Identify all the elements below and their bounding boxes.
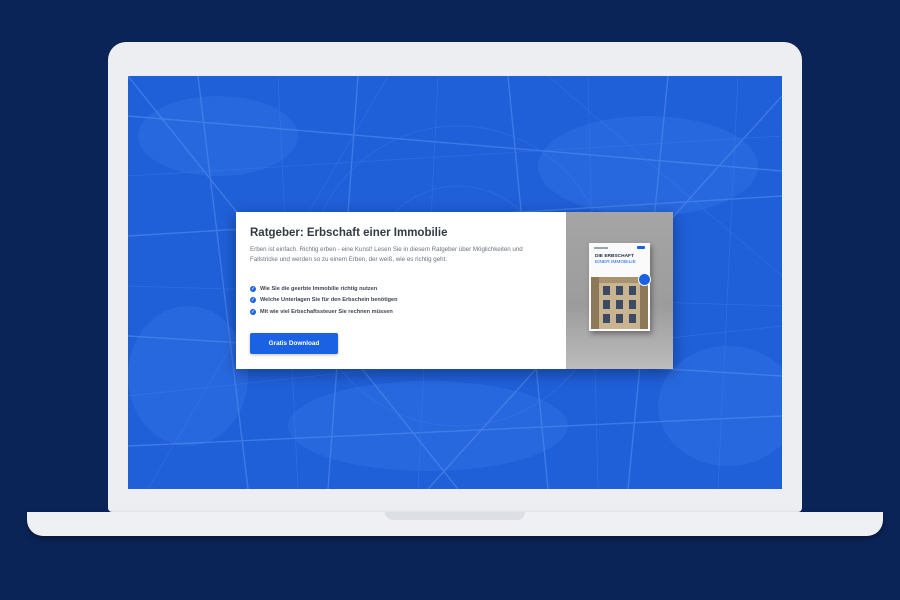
list-item: ✓ Wie Sie die geerbte Immobilie richtig … bbox=[250, 283, 398, 295]
check-circle-icon: ✓ bbox=[250, 308, 256, 315]
check-circle-icon: ✓ bbox=[250, 285, 256, 292]
list-item: ✓ Mit wie viel Erbschaftssteuer Sie rech… bbox=[250, 306, 398, 318]
benefit-list: ✓ Wie Sie die geerbte Immobilie richtig … bbox=[250, 283, 398, 318]
cover-decoration bbox=[594, 247, 608, 249]
cover-logo bbox=[637, 246, 645, 249]
list-item: ✓ Welche Unterlagen Sie für den Erbschei… bbox=[250, 295, 398, 307]
laptop-screen: Ratgeber: Erbschaft einer Immobilie Erbe… bbox=[128, 76, 782, 489]
check-circle-icon: ✓ bbox=[250, 297, 256, 304]
laptop-base-notch bbox=[385, 512, 525, 520]
laptop-base bbox=[27, 512, 883, 536]
card-content: Ratgeber: Erbschaft einer Immobilie Erbe… bbox=[236, 212, 566, 369]
card-title: Ratgeber: Erbschaft einer Immobilie bbox=[250, 227, 448, 239]
book-title-line1: DIE ERBSCHAFT bbox=[595, 254, 634, 259]
benefit-text: Mit wie viel Erbschaftssteuer Sie rechne… bbox=[260, 308, 393, 315]
benefit-text: Welche Unterlagen Sie für den Erbschein … bbox=[260, 297, 398, 304]
book-cover: DIE ERBSCHAFT EINER IMMOBILIE bbox=[589, 243, 651, 331]
building-facade-image bbox=[591, 277, 648, 329]
benefit-text: Wie Sie die geerbte Immobilie richtig nu… bbox=[260, 285, 378, 292]
guide-promo-card: Ratgeber: Erbschaft einer Immobilie Erbe… bbox=[236, 212, 673, 369]
free-download-button[interactable]: Gratis Download bbox=[250, 333, 338, 354]
card-description: Erben ist einfach. Richtig erben - eine … bbox=[250, 246, 523, 264]
book-cover-panel: DIE ERBSCHAFT EINER IMMOBILIE bbox=[566, 212, 673, 369]
building-photo bbox=[591, 277, 648, 329]
book-title-line2: EINER IMMOBILIE bbox=[595, 260, 636, 265]
cover-badge bbox=[638, 273, 651, 286]
